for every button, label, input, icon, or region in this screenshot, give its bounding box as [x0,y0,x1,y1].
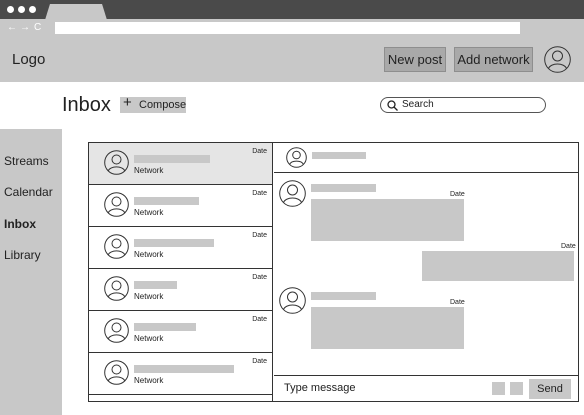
inbox-panel: Network Date Network Date Network Date N… [88,142,579,402]
conversation-item[interactable]: Network Date [89,311,272,353]
conversation-item[interactable]: Network Date [89,227,272,269]
conversation-date: Date [252,148,267,155]
sender-avatar-icon [279,287,306,314]
logo: Logo [12,51,46,68]
contact-avatar-icon [104,360,129,385]
search-icon [387,100,398,111]
message-bubble [311,307,464,349]
browser-tab[interactable] [45,4,107,20]
contact-avatar-icon [104,276,129,301]
conversation-item[interactable]: Network Date [89,353,272,395]
thread-header [274,143,578,173]
conversation-date: Date [252,358,267,365]
network-label: Network [134,166,164,175]
contact-avatar-icon [104,234,129,259]
message-bubble [422,251,574,281]
network-label: Network [134,292,164,301]
browser-toolbar: ← → C [0,19,584,38]
conversation-date: Date [252,274,267,281]
sidebar-item-library[interactable]: Library [4,248,41,262]
contact-name-placeholder [134,323,196,331]
message-date: Date [450,299,465,306]
plus-icon: + [123,94,132,111]
sender-avatar-icon [279,180,306,207]
reload-icon[interactable]: C [34,21,41,35]
conversation-date: Date [252,316,267,323]
conversation-item[interactable]: Network Date [89,185,272,227]
search-input[interactable]: Search [380,97,546,113]
new-post-button[interactable]: New post [384,47,446,72]
app-header: Logo New post Add network [0,38,584,82]
contact-avatar-icon [286,147,307,168]
window-close-dot[interactable] [7,6,14,13]
user-avatar-icon[interactable] [544,46,571,73]
message-composer: Type message Send [274,375,578,401]
window-minimize-dot[interactable] [18,6,25,13]
network-label: Network [134,376,164,385]
contact-name-placeholder [134,239,214,247]
conversation-date: Date [252,190,267,197]
conversation-date: Date [252,232,267,239]
message-thread: Date Date Date Type message Send [274,143,578,401]
sender-name-placeholder [311,184,376,192]
network-label: Network [134,208,164,217]
message-date: Date [561,243,576,250]
contact-name-placeholder [134,155,210,163]
message-date: Date [450,191,465,198]
contact-name-placeholder [134,197,199,205]
add-network-button[interactable]: Add network [454,47,533,72]
network-label: Network [134,250,164,259]
search-placeholder: Search [402,99,434,110]
sidebar-item-inbox[interactable]: Inbox [4,217,36,231]
page-title: Inbox [62,94,111,116]
contact-avatar-icon [104,318,129,343]
window-maximize-dot[interactable] [29,6,36,13]
conversation-item[interactable]: Network Date [89,269,272,311]
browser-titlebar [0,0,584,20]
sidebar-item-streams[interactable]: Streams [4,154,49,168]
address-bar[interactable] [55,22,520,34]
forward-arrow-icon[interactable]: → [20,21,30,35]
back-arrow-icon[interactable]: ← [7,21,17,35]
sender-name-placeholder [311,292,376,300]
send-button[interactable]: Send [529,379,571,399]
message-input[interactable]: Type message [284,382,356,394]
contact-avatar-icon [104,150,129,175]
message-bubble [311,199,464,241]
contact-name-placeholder [134,365,234,373]
emoji-button[interactable] [510,382,523,395]
conversation-item[interactable]: Network Date [89,143,272,185]
contact-name-placeholder [312,152,366,159]
compose-button[interactable]: + Compose [120,94,187,113]
compose-label: Compose [139,99,187,111]
contact-avatar-icon [104,192,129,217]
sidebar: Streams Calendar Inbox Library [0,129,62,415]
attachment-button[interactable] [492,382,505,395]
sidebar-item-calendar[interactable]: Calendar [4,185,53,199]
network-label: Network [134,334,164,343]
contact-name-placeholder [134,281,177,289]
conversation-list: Network Date Network Date Network Date N… [89,143,273,401]
